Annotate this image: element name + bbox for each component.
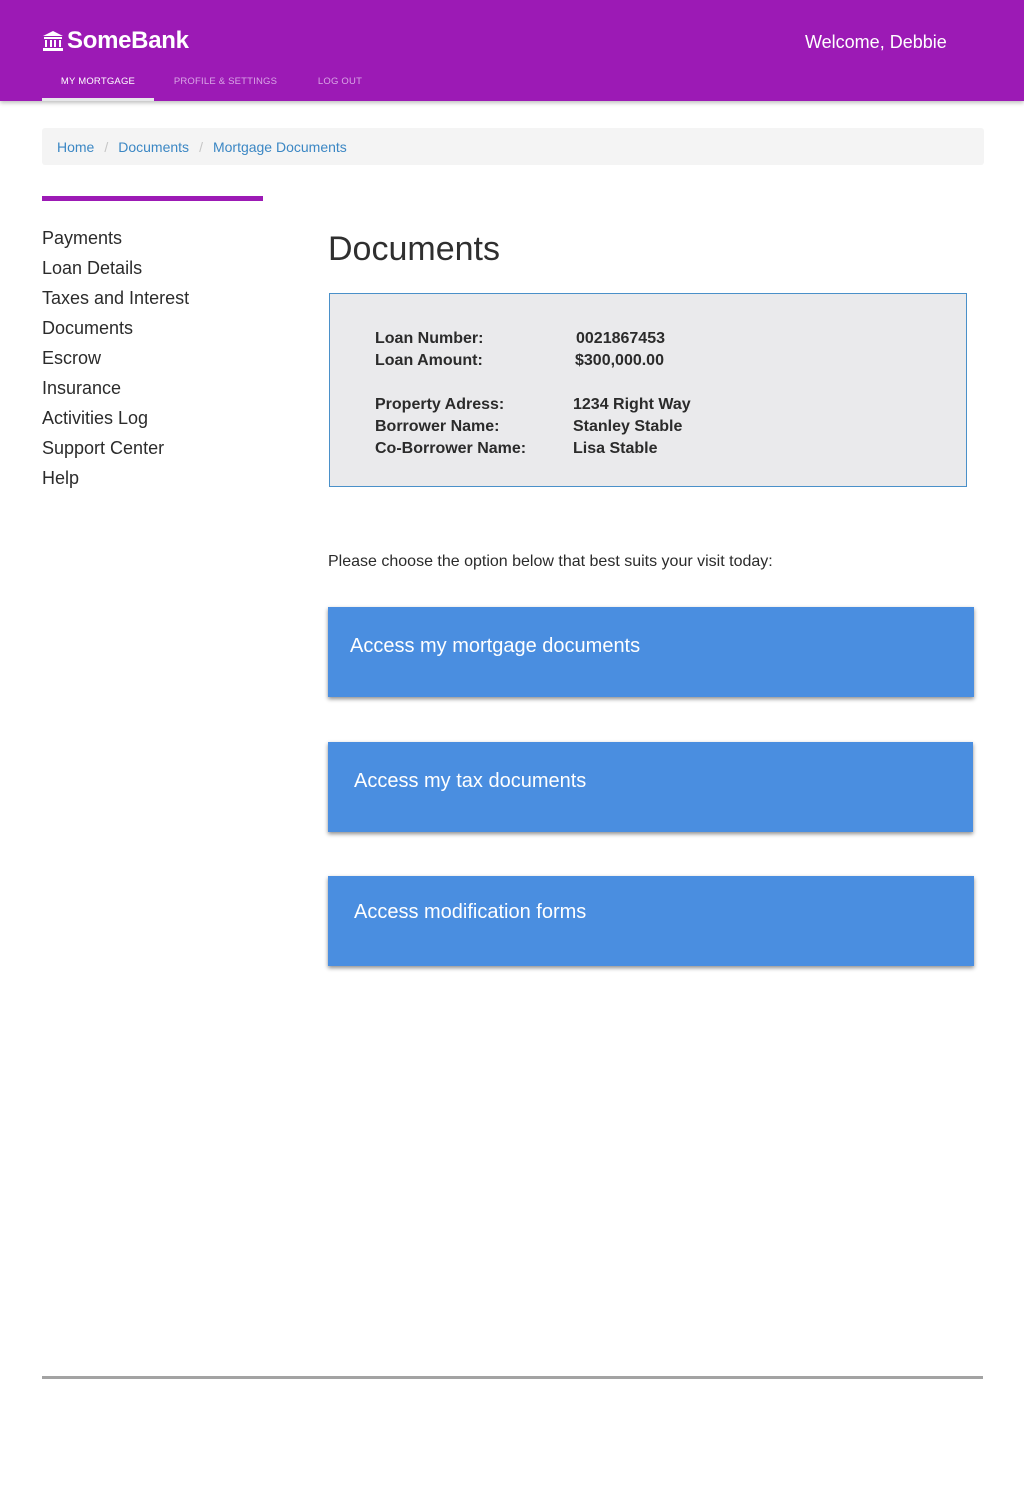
tab-my-mortgage[interactable]: MY MORTGAGE [42, 64, 154, 101]
tab-profile-settings[interactable]: PROFILE & SETTINGS [154, 64, 297, 101]
breadcrumb: Home / Documents / Mortgage Documents [42, 128, 984, 165]
page-title: Documents [328, 230, 500, 268]
brand-name: SomeBank [67, 27, 189, 54]
loan-amount-value: $300,000.00 [575, 352, 664, 369]
tab-log-out[interactable]: LOG OUT [310, 64, 370, 101]
sidebar-item-insurance[interactable]: Insurance [42, 376, 189, 406]
breadcrumb-documents[interactable]: Documents [118, 139, 189, 155]
breadcrumb-separator: / [199, 138, 203, 155]
loan-number-value: 0021867453 [576, 330, 665, 347]
sidebar-item-payments[interactable]: Payments [42, 226, 189, 256]
tax-documents-label: Access my tax documents [354, 770, 587, 792]
sidebar-accent-bar [42, 196, 263, 201]
breadcrumb-mortgage-documents[interactable]: Mortgage Documents [213, 139, 347, 155]
mortgage-documents-label: Access my mortgage documents [350, 635, 641, 657]
property-address-value: 1234 Right Way [573, 396, 691, 413]
property-address-label: Property Adress: [375, 396, 505, 413]
borrower-name-label: Borrower Name: [375, 418, 500, 435]
loan-info-panel: Loan Number: 0021867453 Loan Amount: $30… [329, 293, 967, 487]
sidebar-item-support-center[interactable]: Support Center [42, 436, 189, 466]
sidebar-item-loan-details[interactable]: Loan Details [42, 256, 189, 286]
breadcrumb-separator: / [104, 138, 109, 155]
sidebar-item-activities-log[interactable]: Activities Log [42, 406, 189, 436]
options-prompt: Please choose the option below that best… [328, 553, 773, 570]
bank-icon [42, 30, 64, 52]
top-header: SomeBank Welcome, Debbie MY MORTGAGE PRO… [0, 0, 1024, 101]
modification-forms-button[interactable]: Access modification forms [328, 876, 974, 966]
brand-logo[interactable]: SomeBank [42, 26, 189, 56]
sidebar-item-taxes-and-interest[interactable]: Taxes and Interest [42, 286, 189, 316]
sidebar-item-documents[interactable]: Documents [42, 316, 189, 346]
borrower-name-value: Stanley Stable [573, 418, 683, 435]
loan-number-label: Loan Number: [375, 330, 484, 347]
modification-forms-label: Access modification forms [354, 901, 587, 923]
breadcrumb-home[interactable]: Home [57, 139, 94, 155]
main-nav: MY MORTGAGE PROFILE & SETTINGS LOG OUT [42, 64, 370, 101]
tax-documents-button[interactable]: Access my tax documents [328, 742, 973, 832]
sidebar-item-help[interactable]: Help [42, 466, 189, 496]
footer-divider [42, 1376, 983, 1379]
mortgage-documents-button[interactable]: Access my mortgage documents [328, 607, 974, 697]
welcome-message: Welcome, Debbie [805, 32, 947, 52]
coborrower-name-value: Lisa Stable [573, 440, 658, 457]
sidebar-menu: Payments Loan Details Taxes and Interest… [42, 226, 189, 496]
coborrower-name-label: Co-Borrower Name: [375, 440, 527, 457]
sidebar-item-escrow[interactable]: Escrow [42, 346, 189, 376]
loan-amount-label: Loan Amount: [375, 352, 483, 369]
